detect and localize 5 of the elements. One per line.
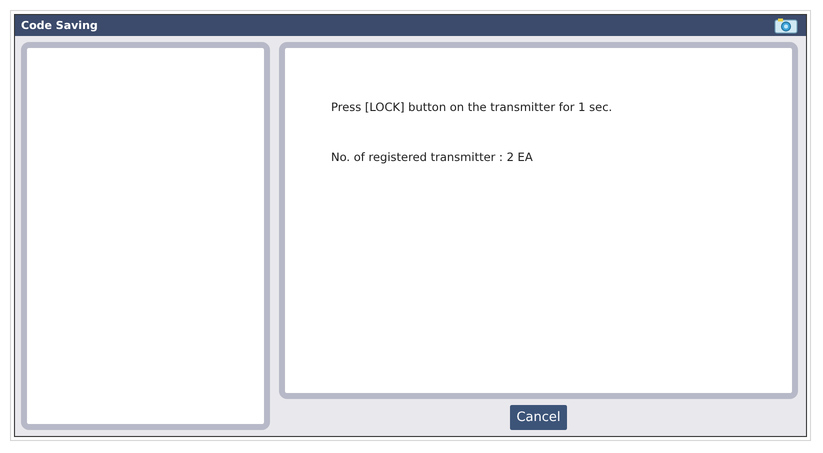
cancel-button[interactable]: Cancel: [510, 405, 567, 430]
message-text: No. of registered transmitter : 2 EA: [331, 150, 534, 164]
camera-icon[interactable]: [774, 18, 798, 34]
message-text: Press [LOCK] button on the transmitter for 1 sec.: [331, 100, 614, 114]
window-title: Code Saving: [21, 19, 98, 32]
